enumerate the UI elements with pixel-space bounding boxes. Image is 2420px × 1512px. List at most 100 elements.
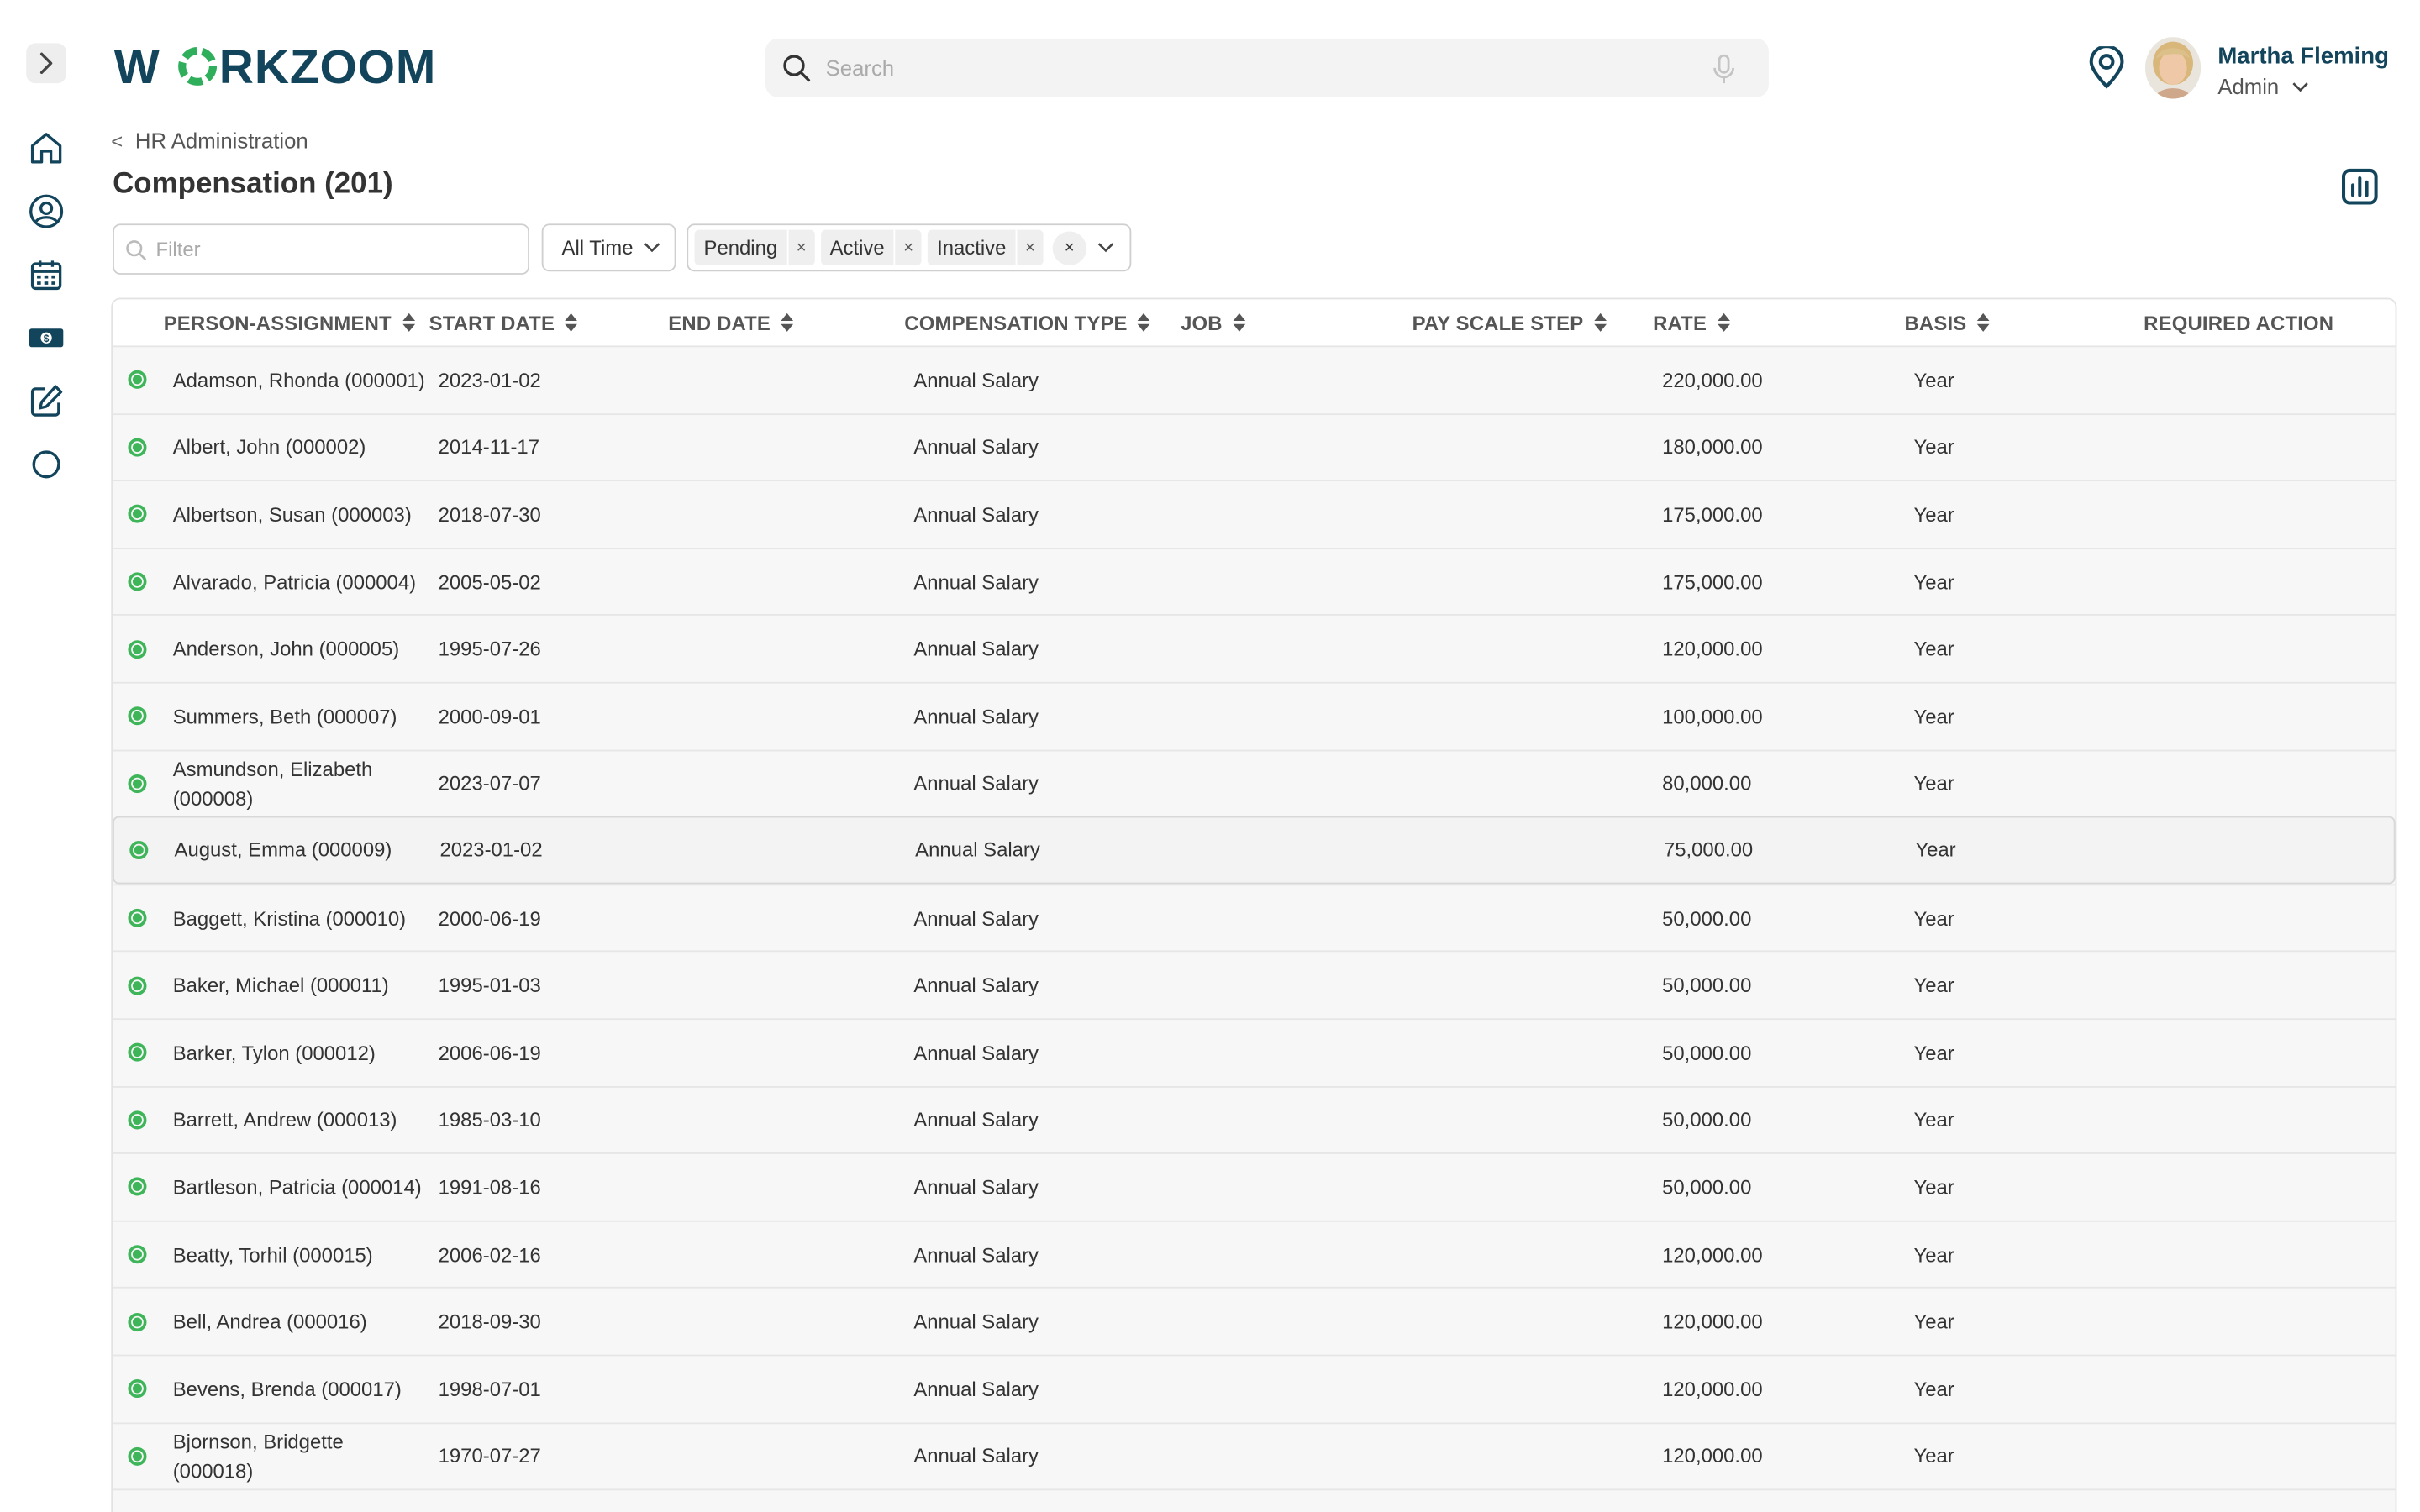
cell-rate: 175,000.00	[1662, 570, 1763, 594]
column-header-rate[interactable]: RATE	[1653, 299, 1731, 345]
table-row[interactable]: Adamson, Rhonda (000001) 2023-01-02 Annual…	[113, 345, 2396, 413]
remove-chip-icon[interactable]: ×	[1015, 229, 1043, 265]
breadcrumb[interactable]: < HR Administration	[111, 128, 308, 152]
remove-chip-icon[interactable]: ×	[786, 229, 814, 265]
status-active-icon	[128, 1110, 147, 1130]
column-header-compensation-type[interactable]: COMPENSATION TYPE	[904, 299, 1152, 345]
table-row[interactable]: Alvarado, Patricia (000004) 2005-05-02 Ann…	[113, 547, 2396, 615]
table-row[interactable]: Albert, John (000002) 2014-11-17 Annual Sa…	[113, 412, 2396, 480]
cell-compensation-type: Annual Salary	[913, 435, 1039, 459]
cell-compensation-type: Annual Salary	[913, 637, 1039, 661]
search-icon	[783, 55, 811, 82]
table-row[interactable]: Anderson, John (000005) 1995-07-26 Annual …	[113, 614, 2396, 682]
cell-rate: 120,000.00	[1662, 637, 1763, 661]
microphone-icon[interactable]	[1710, 54, 1738, 85]
cell-basis: Year	[1913, 435, 1954, 459]
cell-basis: Year	[1913, 974, 1954, 997]
cell-compensation-type: Annual Salary	[913, 1108, 1039, 1131]
status-chip-inactive: Inactive ×	[928, 229, 1044, 265]
cell-person: Beatty, Torhil (000015)	[172, 1242, 373, 1267]
cell-start-date: 1995-01-03	[438, 974, 541, 997]
cell-rate: 75,000.00	[1663, 838, 1754, 862]
time-range-value: All Time	[561, 236, 634, 260]
cell-person: Summers, Beth (000007)	[172, 704, 397, 728]
table-row[interactable]: Bevens, Brenda (000017) 1998-07-01 Annual …	[113, 1354, 2396, 1422]
column-header-start-date[interactable]: START DATE	[429, 299, 580, 345]
location-pin-icon[interactable]	[2086, 46, 2127, 89]
cell-basis: Year	[1913, 570, 1954, 594]
table-row[interactable]: Asmundson, Elizabeth (000008) 2023-07-07 A…	[113, 748, 2396, 816]
column-header-label: BASIS	[1904, 311, 1967, 334]
cell-basis: Year	[1913, 1242, 1954, 1267]
column-header-person-assignment[interactable]: PERSON-ASSIGNMENT	[164, 299, 417, 345]
sidebar-item-edit[interactable]	[26, 381, 66, 422]
global-search[interactable]	[765, 38, 1769, 97]
column-header-pay-scale-step[interactable]: PAY SCALE STEP	[1413, 299, 1608, 345]
sort-icon	[1233, 312, 1246, 332]
edit-icon	[30, 385, 63, 417]
status-chip-label: Inactive	[937, 236, 1007, 260]
breadcrumb-label: HR Administration	[134, 128, 308, 153]
table-row-highlighted[interactable]: August, Emma (000009) 2023-01-02 Annual Sa…	[113, 816, 2396, 884]
cell-basis: Year	[1913, 1108, 1954, 1131]
sidebar-item-home[interactable]	[26, 128, 66, 168]
column-header-required-action: REQUIRED ACTION	[2144, 299, 2333, 345]
sidebar-item-cycle[interactable]	[26, 444, 66, 485]
table-row[interactable]: Summers, Beth (000007) 2000-09-01 Annual S…	[113, 681, 2396, 749]
table-row[interactable]: Bartleson, Patricia (000014) 1991-08-16 An…	[113, 1152, 2396, 1221]
table-row[interactable]: Barrett, Andrew (000013) 1985-03-10 Annual…	[113, 1085, 2396, 1153]
cell-start-date: 1995-07-26	[438, 637, 541, 661]
status-chip-label: Pending	[703, 236, 778, 260]
table-row[interactable]: Bell, Andrea (000016) 2018-09-30 Annual Sa…	[113, 1287, 2396, 1355]
status-dropdown-toggle[interactable]	[1097, 242, 1114, 253]
user-role-dropdown[interactable]: Admin	[2217, 74, 2308, 99]
cell-compensation-type: Annual Salary	[913, 368, 1039, 392]
filter-input[interactable]	[155, 237, 511, 261]
column-header-basis[interactable]: BASIS	[1904, 299, 1991, 345]
chevron-right-icon	[39, 52, 53, 74]
sidebar-item-compensation[interactable]: $	[26, 318, 66, 358]
sidebar-expand-button[interactable]	[26, 43, 66, 84]
column-header-label: END DATE	[668, 311, 771, 334]
calendar-icon	[30, 260, 62, 291]
table-row[interactable]: Beatty, Torhil (000015) 2006-02-16 Annual …	[113, 1220, 2396, 1288]
table-row[interactable]	[113, 1488, 2396, 1512]
cell-start-date: 2006-06-19	[438, 1041, 541, 1064]
table-row[interactable]: Bjornson, Bridgette (000018) 1970-07-27 An…	[113, 1421, 2396, 1489]
table-row[interactable]: Baker, Michael (000011) 1995-01-03 Annual …	[113, 951, 2396, 1019]
column-header-job[interactable]: JOB	[1181, 299, 1247, 345]
chevron-down-icon	[2291, 81, 2308, 92]
table-row[interactable]: Albertson, Susan (000003) 2018-07-30 Annua…	[113, 480, 2396, 548]
home-icon	[30, 133, 62, 164]
status-multiselect[interactable]: Pending × Active × Inactive × ×	[687, 223, 1132, 272]
user-avatar[interactable]	[2145, 37, 2202, 99]
remove-chip-icon[interactable]: ×	[893, 229, 922, 265]
clear-all-icon[interactable]: ×	[1052, 230, 1086, 265]
cell-rate: 50,000.00	[1662, 906, 1752, 930]
table-row[interactable]: Barker, Tylon (000012) 2006-06-19 Annual S…	[113, 1018, 2396, 1086]
sidebar-item-people[interactable]	[26, 192, 66, 232]
table-row[interactable]: Baggett, Kristina (000010) 2000-06-19 Annu…	[113, 883, 2396, 952]
svg-text:$: $	[44, 333, 50, 344]
cell-rate: 220,000.00	[1662, 368, 1763, 392]
workzoom-logo-mark: W RKZOOM	[114, 40, 435, 92]
cell-start-date: 2014-11-17	[438, 435, 540, 459]
cell-start-date: 2018-09-30	[438, 1310, 541, 1334]
column-header-end-date[interactable]: END DATE	[668, 299, 795, 345]
cell-person: Baker, Michael (000011)	[172, 974, 389, 997]
cell-basis: Year	[1913, 1041, 1954, 1064]
person-icon	[29, 194, 64, 228]
cell-basis: Year	[1913, 1377, 1954, 1401]
cell-start-date: 2006-02-16	[438, 1242, 541, 1267]
bar-chart-icon[interactable]	[2341, 168, 2378, 205]
sidebar-item-calendar[interactable]	[26, 255, 66, 295]
status-active-icon	[128, 706, 147, 726]
filter-box[interactable]	[113, 223, 529, 275]
time-range-select[interactable]: All Time	[541, 223, 676, 272]
column-header-label: RATE	[1653, 311, 1707, 334]
cell-start-date: 2000-06-19	[438, 906, 541, 930]
search-input[interactable]	[825, 55, 1691, 81]
status-chip-pending: Pending ×	[694, 229, 815, 265]
workzoom-logo[interactable]: W RKZOOM	[114, 40, 448, 92]
cell-rate: 50,000.00	[1662, 1108, 1752, 1131]
